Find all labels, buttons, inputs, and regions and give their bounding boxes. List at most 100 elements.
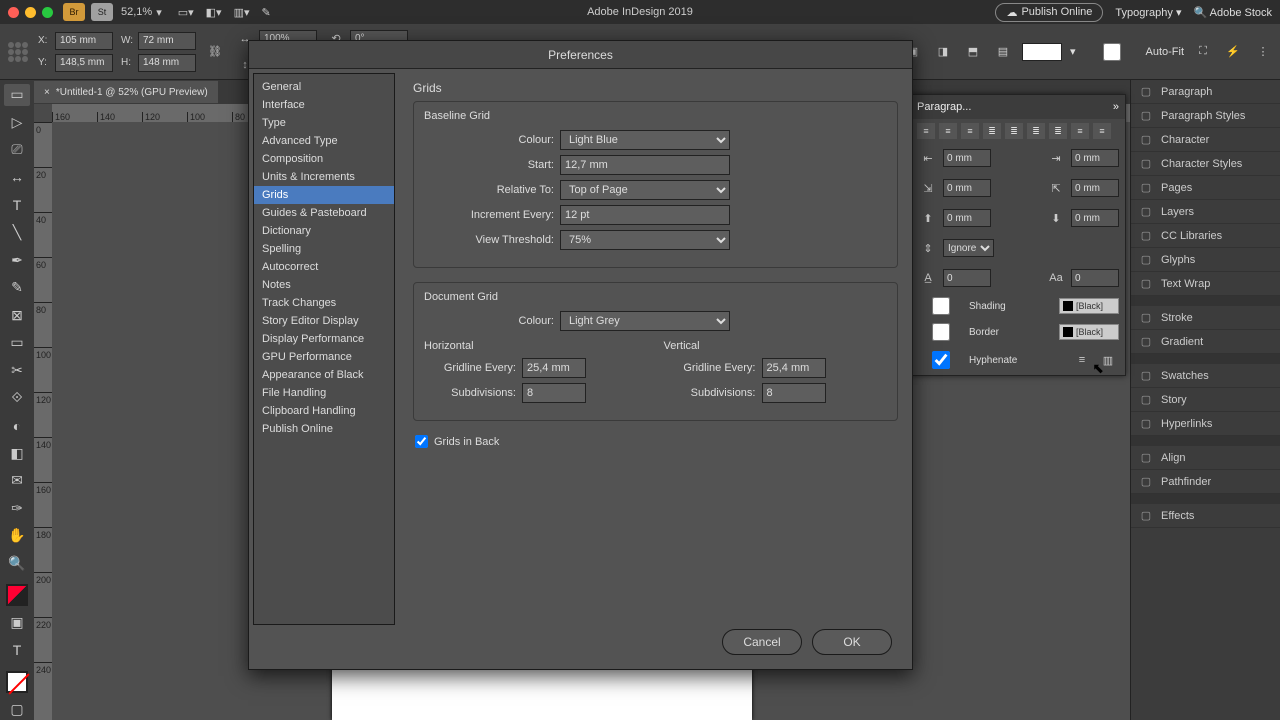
dock-item-hyperlinks[interactable]: ▢Hyperlinks (1131, 412, 1280, 436)
baseline-increment-input[interactable] (560, 205, 730, 225)
dock-item-swatches[interactable]: ▢Swatches (1131, 364, 1280, 388)
justify-right-icon[interactable]: ≣ (1027, 123, 1045, 139)
dock-item-character-styles[interactable]: ▢Character Styles (1131, 152, 1280, 176)
prefs-nav-story-editor-display[interactable]: Story Editor Display (254, 312, 394, 330)
format-container-icon[interactable]: ▣ (4, 612, 30, 634)
free-transform-tool[interactable]: ⟐ (4, 387, 30, 409)
baseline-start-input[interactable] (560, 155, 730, 175)
baseline-relativeto-select[interactable]: Top of Page (560, 180, 730, 200)
prefs-nav-publish-online[interactable]: Publish Online (254, 420, 394, 438)
gradient-feather-tool[interactable]: ◧ (4, 442, 30, 464)
bridge-icon[interactable]: Br (63, 3, 85, 21)
stock-search[interactable]: 🔍 Adobe Stock (1193, 6, 1272, 19)
collapse-icon[interactable]: » (1113, 101, 1119, 113)
ok-button[interactable]: OK (812, 629, 892, 655)
justify-all-icon[interactable]: ≣ (1049, 123, 1067, 139)
rect-tool[interactable]: ▭ (4, 332, 30, 354)
zoom-level[interactable]: 52,1% (121, 6, 152, 18)
zoom-tool[interactable]: 🔍 (4, 553, 30, 575)
dropcap-lines-input[interactable] (943, 269, 991, 287)
line-tool[interactable]: ╲ (4, 222, 30, 244)
prefs-nav-type[interactable]: Type (254, 114, 394, 132)
maximize-window-icon[interactable] (42, 7, 53, 18)
panel-title[interactable]: Paragrap... (917, 101, 971, 113)
dock-item-paragraph[interactable]: ▢Paragraph (1131, 80, 1280, 104)
note-tool[interactable]: ✉ (4, 470, 30, 492)
v-gridline-input[interactable] (762, 358, 826, 378)
apply-color-icon[interactable]: T (4, 639, 30, 661)
x-input[interactable] (55, 32, 113, 50)
space-same-select[interactable]: Ignore (943, 239, 994, 257)
reference-point[interactable] (6, 40, 30, 64)
prefs-nav-grids[interactable]: Grids (254, 186, 394, 204)
type-tool[interactable]: T (4, 194, 30, 216)
minimize-window-icon[interactable] (25, 7, 36, 18)
justify-center-icon[interactable]: ≣ (1005, 123, 1023, 139)
hyphenate-checkbox[interactable] (917, 351, 965, 369)
prefs-nav-notes[interactable]: Notes (254, 276, 394, 294)
prefs-nav-display-performance[interactable]: Display Performance (254, 330, 394, 348)
prefs-nav-units-increments[interactable]: Units & Increments (254, 168, 394, 186)
cancel-button[interactable]: Cancel (722, 629, 802, 655)
panel-menu-icon[interactable]: ≡ (1071, 349, 1093, 371)
dock-item-align[interactable]: ▢Align (1131, 446, 1280, 470)
grids-in-back-row[interactable]: Grids in Back (415, 435, 896, 448)
prefs-nav-guides-pasteboard[interactable]: Guides & Pasteboard (254, 204, 394, 222)
docgrid-colour-select[interactable]: Light Grey (560, 311, 730, 331)
gradient-swatch-tool[interactable]: ◐ (4, 415, 30, 437)
dock-item-layers[interactable]: ▢Layers (1131, 200, 1280, 224)
selection-tool[interactable]: ▭ (4, 84, 30, 106)
view-opt-icon[interactable]: ▭▾ (178, 6, 194, 19)
shading-checkbox[interactable] (917, 297, 965, 315)
w-input[interactable] (138, 32, 196, 50)
prefs-nav-dictionary[interactable]: Dictionary (254, 222, 394, 240)
view-opt-icon[interactable]: ◧▾ (206, 6, 222, 19)
baseline-viewthresh-select[interactable]: 75% (560, 230, 730, 250)
doc-tab[interactable]: × *Untitled-1 @ 52% (GPU Preview) (34, 81, 218, 103)
dock-item-paragraph-styles[interactable]: ▢Paragraph Styles (1131, 104, 1280, 128)
bolt-icon[interactable]: ⚡ (1222, 41, 1244, 63)
rect-frame-tool[interactable]: ⊠ (4, 305, 30, 327)
prefs-nav-file-handling[interactable]: File Handling (254, 384, 394, 402)
dock-item-character[interactable]: ▢Character (1131, 128, 1280, 152)
dock-item-glyphs[interactable]: ▢Glyphs (1131, 248, 1280, 272)
workspace-menu[interactable]: Typography ▾ (1115, 6, 1181, 19)
align-r-icon[interactable]: ◨ (932, 41, 954, 63)
dock-item-cc-libraries[interactable]: ▢CC Libraries (1131, 224, 1280, 248)
first-line-input[interactable] (943, 179, 991, 197)
align-spine-icon[interactable]: ≡ (1071, 123, 1089, 139)
prefs-nav-clipboard-handling[interactable]: Clipboard Handling (254, 402, 394, 420)
eyedropper-tool[interactable]: ✑ (4, 497, 30, 519)
align-right-icon[interactable]: ≡ (961, 123, 979, 139)
dropcap-chars-input[interactable] (1071, 269, 1119, 287)
columns-icon[interactable]: ▥ (1097, 349, 1119, 371)
dock-item-text-wrap[interactable]: ▢Text Wrap (1131, 272, 1280, 296)
prefs-nav-track-changes[interactable]: Track Changes (254, 294, 394, 312)
pen-tool[interactable]: ✒ (4, 249, 30, 271)
y-input[interactable] (55, 54, 113, 72)
right-indent-input[interactable] (1071, 149, 1119, 167)
scissors-tool[interactable]: ✂ (4, 360, 30, 382)
fill-stroke-swatch[interactable] (6, 584, 28, 606)
h-subdiv-input[interactable] (522, 383, 586, 403)
last-line-input[interactable] (1071, 179, 1119, 197)
apply-none-icon[interactable] (6, 671, 28, 693)
close-tab-icon[interactable]: × (44, 87, 50, 98)
dock-item-story[interactable]: ▢Story (1131, 388, 1280, 412)
prefs-nav-general[interactable]: General (254, 78, 394, 96)
border-color[interactable]: [Black] (1059, 324, 1119, 340)
chevron-down-icon[interactable]: ▾ (1070, 45, 1076, 58)
gap-tool[interactable]: ↔ (4, 167, 30, 189)
h-input[interactable] (138, 54, 196, 72)
hand-tool[interactable]: ✋ (4, 525, 30, 547)
prefs-nav-interface[interactable]: Interface (254, 96, 394, 114)
v-subdiv-input[interactable] (762, 383, 826, 403)
chevron-down-icon[interactable]: ▾ (156, 6, 162, 19)
fitting-icon[interactable]: ⛶ (1192, 41, 1214, 63)
prefs-nav-appearance-of-black[interactable]: Appearance of Black (254, 366, 394, 384)
baseline-colour-select[interactable]: Light Blue (560, 130, 730, 150)
dock-item-pathfinder[interactable]: ▢Pathfinder (1131, 470, 1280, 494)
close-window-icon[interactable] (8, 7, 19, 18)
dock-item-gradient[interactable]: ▢Gradient (1131, 330, 1280, 354)
space-before-input[interactable] (943, 209, 991, 227)
